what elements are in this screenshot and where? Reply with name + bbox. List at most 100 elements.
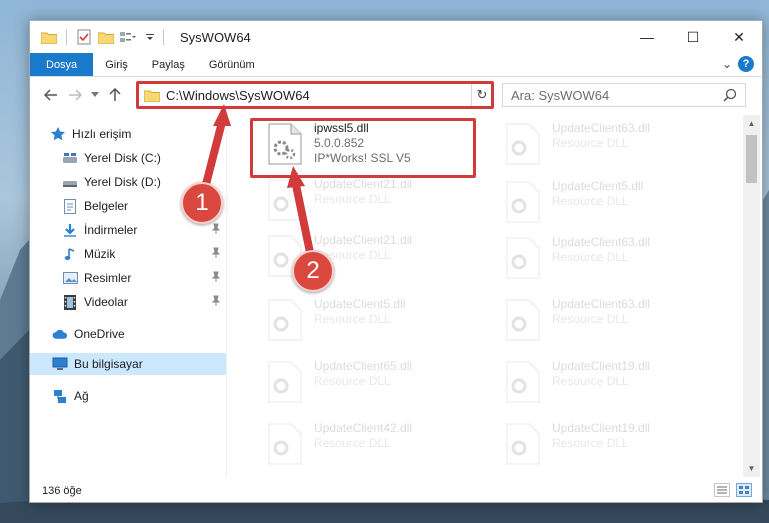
cloud-icon <box>52 326 68 342</box>
file-type: Resource DLL <box>314 436 391 450</box>
file-tile[interactable]: UpdateClient21.dll Resource DLL <box>254 231 474 289</box>
step-1-badge: 1 <box>181 182 223 224</box>
item-count: 136 öğe <box>42 485 82 497</box>
close-button[interactable]: ✕ <box>716 21 762 53</box>
sidebar-item-label: Yerel Disk (D:) <box>84 175 161 189</box>
sidebar-item-music[interactable]: Müzik <box>30 243 226 265</box>
file-type: Resource DLL <box>314 312 391 326</box>
file-tile[interactable]: UpdateClient5.dll Resource DLL <box>254 295 474 353</box>
sidebar-item-this-pc[interactable]: Bu bilgisayar <box>30 353 226 375</box>
file-tile[interactable]: UpdateClient19.dll Resource DLL <box>492 357 712 415</box>
tab-share[interactable]: Paylaş <box>140 53 197 76</box>
expand-ribbon-icon[interactable]: ⌄ <box>722 57 732 71</box>
help-icon[interactable]: ? <box>738 56 754 72</box>
scroll-up-icon[interactable]: ▲ <box>743 115 760 132</box>
scrollbar-thumb[interactable] <box>746 135 757 183</box>
maximize-button[interactable]: ☐ <box>670 21 716 53</box>
vertical-scrollbar[interactable]: ▲ ▼ <box>743 115 760 477</box>
file-tile-ipwssl5[interactable]: ipwssl5.dll 5.0.0.852 IP*Works! SSL V5 <box>254 119 474 177</box>
pin-icon[interactable] <box>210 271 222 283</box>
dll-file-icon <box>268 179 302 221</box>
sidebar-item-label: Videolar <box>84 295 128 309</box>
file-name: UpdateClient65.dll <box>314 359 413 373</box>
file-tile[interactable]: UpdateClient63.dll Resource DLL <box>492 233 712 291</box>
tab-view[interactable]: Görünüm <box>197 53 267 76</box>
properties-icon[interactable] <box>75 28 93 46</box>
new-folder-icon[interactable] <box>97 28 115 46</box>
back-arrow-icon[interactable] <box>40 83 62 107</box>
file-tile[interactable]: UpdateClient5.dll Resource DLL <box>492 177 712 235</box>
drive-icon <box>62 174 78 190</box>
navigation-buttons <box>40 83 126 107</box>
file-tile[interactable]: UpdateClient63.dll Resource DLL <box>492 295 712 353</box>
title-divider <box>163 29 164 45</box>
view-toggle <box>714 483 752 497</box>
file-type: Resource DLL <box>552 250 629 264</box>
file-tile[interactable]: UpdateClient42.dll Resource DLL <box>254 419 474 477</box>
pin-icon[interactable] <box>210 247 222 259</box>
music-icon <box>62 246 78 262</box>
pin-icon[interactable] <box>210 295 222 307</box>
dll-file-icon <box>506 181 540 223</box>
window-controls: — ☐ ✕ <box>624 21 762 53</box>
sidebar-item-label: OneDrive <box>74 327 125 341</box>
recent-locations-icon[interactable] <box>88 83 102 107</box>
pin-icon[interactable] <box>210 223 222 235</box>
sidebar-item-label: Ağ <box>74 389 89 403</box>
dll-file-icon <box>268 123 302 165</box>
search-icon[interactable] <box>723 88 737 102</box>
tiles-view-icon[interactable] <box>736 483 752 497</box>
file-type: Resource DLL <box>314 192 391 206</box>
title-bar: SysWOW64 — ☐ ✕ <box>30 21 762 53</box>
minimize-button[interactable]: — <box>624 21 670 53</box>
address-row: C:\Windows\SysWOW64 ↻ Ara: SysWOW64 <box>30 78 762 112</box>
file-version: 5.0.0.852 <box>314 136 365 150</box>
toolbar-divider <box>66 29 67 45</box>
download-icon <box>62 222 78 238</box>
file-tile[interactable]: UpdateClient63.dll Resource DLL <box>492 119 712 177</box>
sidebar-item-label: Yerel Disk (C:) <box>84 151 161 165</box>
sidebar-item-videos[interactable]: Videolar <box>30 291 226 313</box>
file-tile[interactable]: UpdateClient19.dll Resource DLL <box>492 419 712 477</box>
sidebar-item-quick-access[interactable]: Hızlı erişim <box>30 123 226 145</box>
file-name: UpdateClient63.dll <box>552 297 651 311</box>
status-bar: 136 öğe <box>30 479 762 502</box>
customize-toolbar-icon[interactable] <box>119 28 137 46</box>
dll-file-icon <box>268 361 302 403</box>
search-input[interactable]: Ara: SysWOW64 <box>502 83 746 107</box>
sidebar-item-label: İndirmeler <box>84 223 138 237</box>
details-view-icon[interactable] <box>714 483 730 497</box>
file-name: ipwssl5.dll <box>314 121 369 135</box>
sidebar-item-label: Resimler <box>84 271 132 285</box>
sidebar-item-pictures[interactable]: Resimler <box>30 267 226 289</box>
file-list: ipwssl5.dll 5.0.0.852 IP*Works! SSL V5 U… <box>234 115 744 477</box>
file-name: UpdateClient42.dll <box>314 421 413 435</box>
dll-file-icon <box>506 299 540 341</box>
address-bar-highlight <box>136 81 494 109</box>
sidebar-item-onedrive[interactable]: OneDrive <box>30 323 226 345</box>
pictures-icon <box>62 270 78 286</box>
file-tile[interactable]: UpdateClient65.dll Resource DLL <box>254 357 474 415</box>
scroll-down-icon[interactable]: ▼ <box>743 460 760 477</box>
dll-file-icon <box>268 299 302 341</box>
navigation-pane: Hızlı erişim Yerel Disk (C:) Yerel Disk … <box>30 115 226 477</box>
up-arrow-icon[interactable] <box>104 83 126 107</box>
network-icon <box>52 388 68 404</box>
file-name: UpdateClient21.dll <box>314 177 413 191</box>
sidebar-item-label: Hızlı erişim <box>72 127 132 141</box>
file-name: UpdateClient63.dll <box>552 235 651 249</box>
toolbar-dropdown-icon[interactable] <box>141 28 159 46</box>
file-tile[interactable]: UpdateClient21.dll Resource DLL <box>254 175 474 233</box>
ribbon-tabs: Dosya Giriş Paylaş Görünüm ⌄ ? <box>30 53 762 77</box>
document-icon <box>62 198 78 214</box>
forward-arrow-icon[interactable] <box>64 83 86 107</box>
star-icon <box>50 126 66 142</box>
tab-home[interactable]: Giriş <box>93 53 140 76</box>
sidebar-item-label: Müzik <box>84 247 116 261</box>
ribbon-right-controls: ⌄ ? <box>722 56 754 72</box>
sidebar-item-local-disk-c[interactable]: Yerel Disk (C:) <box>30 147 226 169</box>
sidebar-item-network[interactable]: Ağ <box>30 385 226 407</box>
pane-divider <box>226 115 227 477</box>
window-title: SysWOW64 <box>180 29 251 45</box>
tab-file[interactable]: Dosya <box>30 53 94 76</box>
